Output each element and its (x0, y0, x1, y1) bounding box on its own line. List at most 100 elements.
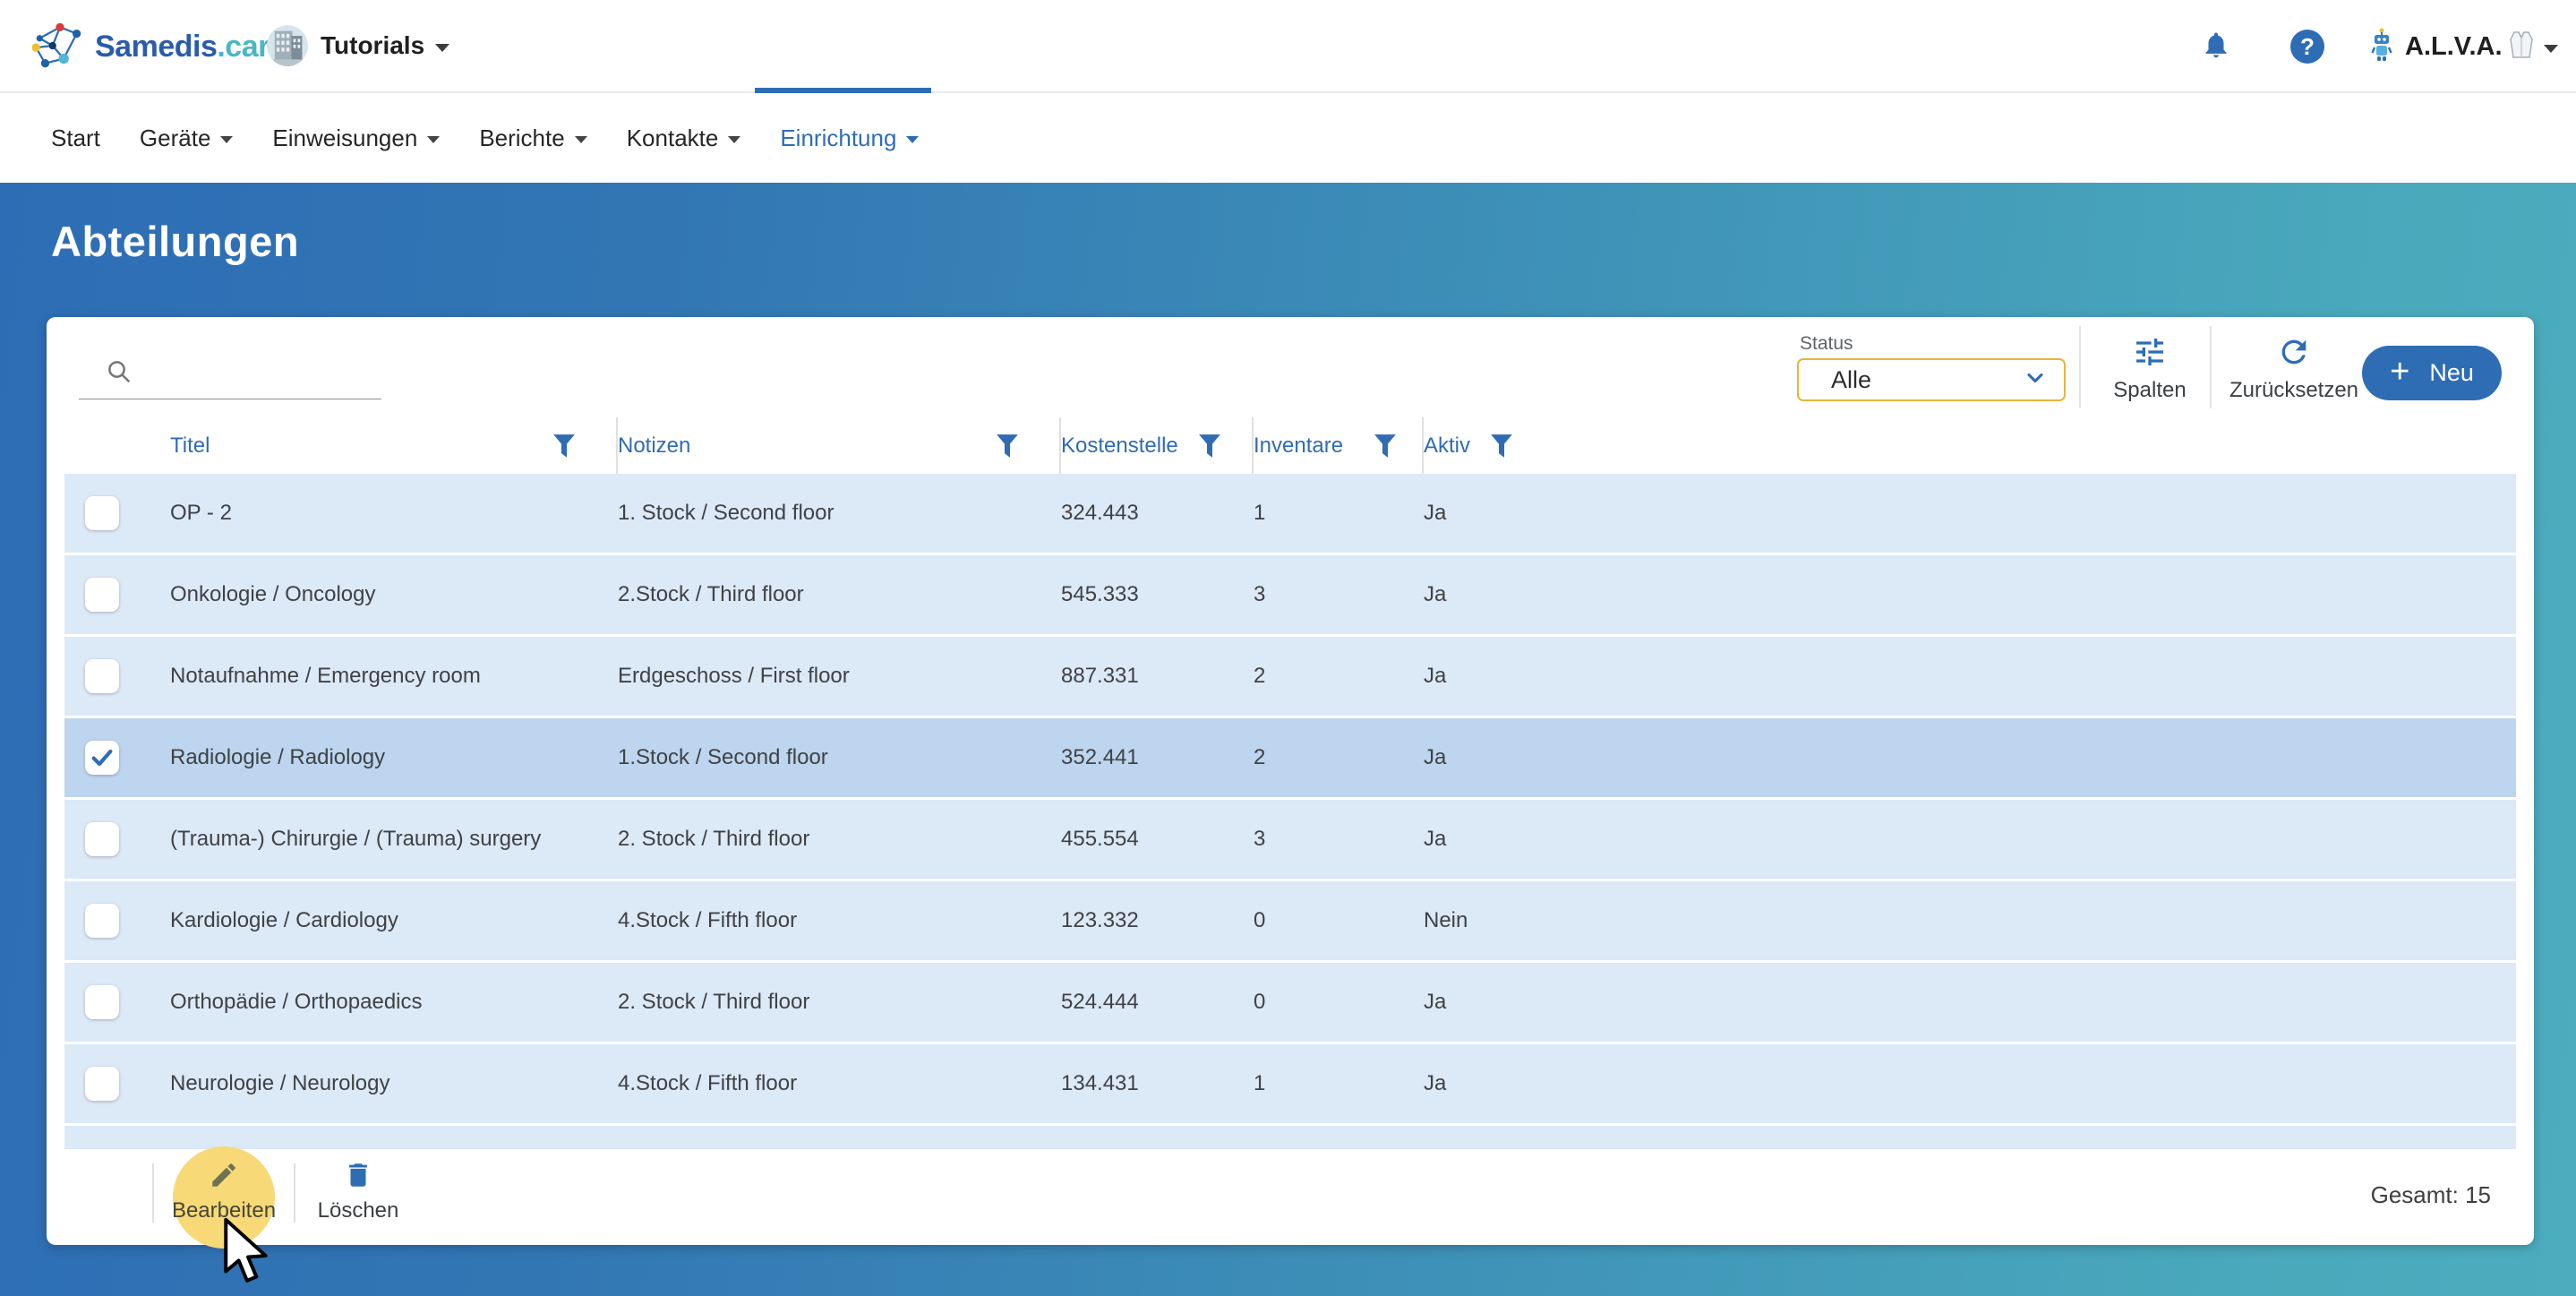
cell-titel: Radiologie / Radiology (170, 745, 618, 770)
table-row[interactable]: Orthopädie / Orthopaedics 2. Stock / Thi… (64, 963, 2516, 1042)
footer-divider (152, 1163, 154, 1223)
filter-icon[interactable] (1490, 433, 1513, 459)
cell-kostenstelle: 324.443 (1061, 501, 1254, 526)
row-checkbox[interactable] (85, 1067, 119, 1101)
chevron-down-icon (2544, 45, 2558, 53)
filter-icon[interactable] (1374, 433, 1397, 459)
table-row[interactable]: OP - 2 1. Stock / Second floor 324.443 1… (64, 474, 2516, 553)
cell-inventare: 3 (1254, 582, 1424, 607)
bell-icon (2201, 30, 2231, 64)
column-header-kostenstelle[interactable]: Kostenstelle (1061, 417, 1254, 474)
table-row[interactable]: Radiologie / Radiology 1.Stock / Second … (64, 718, 2516, 797)
column-header-aktiv[interactable]: Aktiv (1424, 417, 1612, 474)
delete-button-label: Löschen (318, 1198, 399, 1223)
cell-aktiv: Nein (1424, 908, 1612, 933)
cell-kostenstelle: 123.332 (1061, 908, 1254, 933)
chevron-down-icon (220, 136, 233, 143)
cell-aktiv: Ja (1424, 664, 1612, 689)
cell-notizen: 2. Stock / Third floor (618, 990, 1061, 1015)
chevron-down-icon (435, 44, 449, 52)
main-nav: Start Geräte Einweisungen Berichte Konta… (0, 93, 2576, 183)
row-checkbox[interactable] (85, 985, 119, 1019)
help-icon: ? (2290, 30, 2324, 64)
brand-logo[interactable]: Samedis.care (32, 21, 286, 73)
cell-aktiv: Ja (1424, 1071, 1612, 1096)
lab-coat-icon (2510, 31, 2533, 63)
cell-inventare: 1 (1254, 501, 1424, 526)
tutorials-menu[interactable]: Tutorials (267, 25, 449, 66)
nav-item-geraete[interactable]: Geräte (140, 124, 234, 152)
table-header: Titel Notizen Kostenstelle Inventare Akt… (47, 417, 2534, 474)
row-checkbox[interactable] (85, 659, 119, 693)
nav-item-einweisungen[interactable]: Einweisungen (272, 124, 440, 152)
cell-notizen: 4.Stock / Fifth floor (618, 908, 1061, 933)
column-header-inventare[interactable]: Inventare (1254, 417, 1424, 474)
cell-inventare: 0 (1254, 908, 1424, 933)
column-header-notizen[interactable]: Notizen (618, 417, 1061, 474)
cell-notizen: 2. Stock / Third floor (618, 827, 1061, 852)
cell-aktiv: Ja (1424, 990, 1612, 1015)
table-row[interactable]: Neurologie / Neurology 4.Stock / Fifth f… (64, 1044, 2516, 1123)
cell-kostenstelle: 545.333 (1061, 582, 1254, 607)
cell-titel: Kardiologie / Cardiology (170, 908, 618, 933)
footer-divider (294, 1163, 295, 1223)
search-icon (106, 358, 133, 390)
new-button[interactable]: + Neu (2362, 346, 2502, 400)
filter-icon[interactable] (996, 433, 1019, 459)
filter-icon[interactable] (552, 433, 576, 459)
row-checkbox[interactable] (85, 578, 119, 612)
sliders-icon (2132, 334, 2168, 374)
filter-icon[interactable] (1198, 433, 1221, 459)
delete-button[interactable]: Löschen (304, 1160, 412, 1223)
card-toolbar: Status Alle Spal (47, 317, 2534, 417)
help-button[interactable]: ? (2290, 0, 2324, 93)
cell-titel: (Trauma-) Chirurgie / (Trauma) surgery (170, 827, 618, 852)
row-checkbox[interactable] (85, 741, 119, 775)
cell-aktiv: Ja (1424, 501, 1612, 526)
cell-kostenstelle: 134.431 (1061, 1071, 1254, 1096)
user-label: A.L.V.A. (2405, 32, 2503, 62)
robot-avatar-icon (2371, 28, 2392, 66)
chevron-down-icon (906, 136, 919, 143)
cell-aktiv: Ja (1424, 582, 1612, 607)
cell-inventare: 2 (1254, 745, 1424, 770)
table-row[interactable]: (Trauma-) Chirurgie / (Trauma) surgery 2… (64, 800, 2516, 879)
table-row[interactable]: Notaufnahme / Emergency room Erdgeschoss… (64, 637, 2516, 716)
column-header-titel[interactable]: Titel (170, 417, 618, 474)
refresh-icon (2276, 334, 2312, 374)
pencil-icon (209, 1160, 239, 1193)
user-menu[interactable]: A.L.V.A. (2371, 0, 2558, 93)
departments-card: Status Alle Spal (47, 317, 2534, 1245)
status-filter-value: Alle (1831, 366, 1871, 394)
brand-wordmark: Samedis.care (95, 30, 286, 64)
cell-inventare: 1 (1254, 1071, 1424, 1096)
cell-titel: OP - 2 (170, 501, 618, 526)
table-body: OP - 2 1. Stock / Second floor 324.443 1… (47, 474, 2534, 1149)
toolbar-divider (2210, 326, 2212, 408)
trash-icon (343, 1160, 373, 1193)
nav-item-einrichtung[interactable]: Einrichtung (780, 124, 919, 152)
cell-titel: Notaufnahme / Emergency room (170, 664, 618, 689)
header-filler (1612, 417, 2534, 474)
total-count: Gesamt: 15 (2371, 1181, 2491, 1209)
table-row[interactable]: Onkologie / Oncology 2.Stock / Third flo… (64, 555, 2516, 634)
status-filter-select[interactable]: Alle (1797, 358, 2066, 401)
nav-item-start[interactable]: Start (51, 124, 100, 152)
row-checkbox[interactable] (85, 496, 119, 530)
search-box (79, 348, 381, 399)
notifications-button[interactable] (2201, 0, 2231, 93)
table-row[interactable]: Kardiologie / Cardiology 4.Stock / Fifth… (64, 881, 2516, 960)
columns-button-label: Spalten (2113, 378, 2186, 403)
row-checkbox[interactable] (85, 822, 119, 856)
row-checkbox[interactable] (85, 904, 119, 938)
active-tab-indicator (755, 88, 931, 93)
columns-button[interactable]: Spalten (2092, 324, 2208, 412)
nav-item-kontakte[interactable]: Kontakte (627, 124, 741, 152)
reset-button[interactable]: Zurücksetzen (2217, 324, 2371, 412)
cell-notizen: Erdgeschoss / First floor (618, 664, 1061, 689)
status-filter-label: Status (1800, 333, 1853, 355)
edit-button[interactable]: Bearbeiten (170, 1160, 278, 1223)
cell-notizen: 4.Stock / Fifth floor (618, 1071, 1061, 1096)
chevron-down-icon (728, 136, 740, 143)
nav-item-berichte[interactable]: Berichte (479, 124, 586, 152)
